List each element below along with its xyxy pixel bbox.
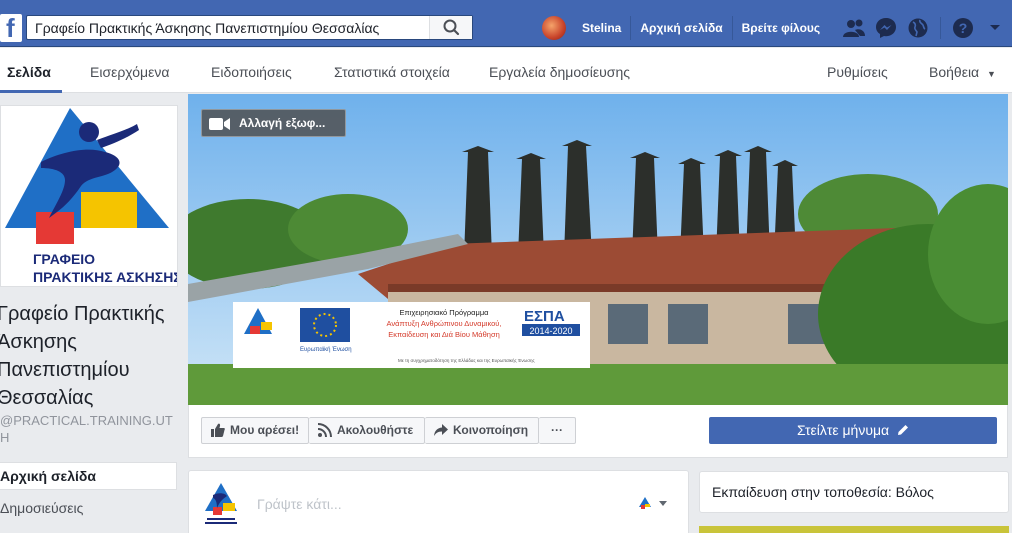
logo-line2: ΠΡΑΚΤΙΚΗΣ ΑΣΚΗΣΗΣ: [33, 269, 178, 285]
user-avatar[interactable]: [542, 16, 566, 40]
send-message-label: Στείλτε μήνυμα: [796, 422, 890, 438]
tab-publishing-tools[interactable]: Εργαλεία δημοσίευσης: [489, 48, 630, 93]
change-cover-label: Αλλαγή εξωφ...: [239, 116, 326, 130]
page-title[interactable]: Γραφείο Πρακτικής Άσκησης Πανεπιστημίου …: [0, 300, 172, 412]
tab-help[interactable]: Βοήθεια ▼: [929, 48, 996, 93]
cover-image: Ευρωπαϊκή Ένωση Επιχειρησιακό Πρόγραμμα …: [188, 94, 1008, 405]
banner-espa-label: ΕΣΠΑ: [524, 308, 565, 325]
page-avatar-icon: [205, 483, 237, 524]
tab-inbox[interactable]: Εισερχόμενα: [90, 48, 169, 93]
post-composer[interactable]: Γράψτε κάτι...: [188, 470, 689, 533]
video-camera-icon: [209, 118, 230, 130]
page-username[interactable]: @PRACTICAL.TRAINING.UTH: [0, 412, 178, 446]
tab-settings[interactable]: Ρυθμίσεις: [827, 48, 888, 93]
account-menu-button[interactable]: [979, 14, 1011, 42]
search-input[interactable]: [27, 16, 431, 39]
page-action-bar: Μου αρέσει! Ακολουθήστε Κοινοποίηση ··· …: [188, 405, 1008, 458]
search-button[interactable]: [429, 16, 472, 39]
rss-follow-icon: [318, 423, 332, 437]
search-icon: [443, 19, 460, 36]
post-as-selector[interactable]: [638, 495, 672, 513]
cover-photo[interactable]: Ευρωπαϊκή Ένωση Επιχειρησιακό Πρόγραμμα …: [188, 94, 1008, 405]
messenger-icon: [876, 18, 896, 38]
messenger-button[interactable]: [870, 14, 902, 42]
more-options-button[interactable]: ···: [539, 417, 576, 444]
share-arrow-icon: [434, 424, 448, 436]
composer-placeholder: Γράψτε κάτι...: [257, 496, 342, 512]
profile-link[interactable]: Stelina: [573, 16, 632, 40]
follow-button[interactable]: Ακολουθήστε: [309, 417, 425, 444]
banner-program-line2: Ανάπτυξη Ανθρώπινου Δυναμικού,: [387, 319, 502, 328]
banner-eu-label: Ευρωπαϊκή Ένωση: [300, 346, 352, 353]
find-friends-link[interactable]: Βρείτε φίλους: [733, 16, 830, 40]
education-info: Εκπαίδευση στην τοποθεσία: Βόλος: [699, 471, 1009, 513]
profile-picture[interactable]: ΓΡΑΦΕΙΟ ΠΡΑΚΤΙΚΗΣ ΑΣΚΗΣΗΣ: [0, 105, 178, 287]
top-icons-group: ?: [838, 14, 1011, 42]
help-button[interactable]: ?: [947, 14, 979, 42]
sidebar-item-home[interactable]: Αρχική σελίδα: [0, 462, 177, 490]
follow-label: Ακολουθήστε: [337, 423, 414, 437]
right-card-preview: [699, 526, 1009, 533]
notifications-globe-icon: [908, 18, 928, 38]
office-logo-icon: ΓΡΑΦΕΙΟ ΠΡΑΚΤΙΚΗΣ ΑΣΚΗΣΗΣ: [5, 108, 178, 285]
banner-program-line1: Επιχειρησιακό Πρόγραμμα: [400, 308, 490, 317]
like-label: Μου αρέσει!: [230, 423, 300, 437]
top-navigation-bar: f Stelina Αρχική σελίδα Βρείτε φίλους: [0, 0, 1012, 47]
chevron-down-icon: [659, 501, 667, 506]
chevron-down-icon: [990, 25, 1000, 30]
top-nav-links: Stelina Αρχική σελίδα Βρείτε φίλους: [542, 14, 829, 42]
banner-program-line3: Εκπαίδευση και Διά Βίου Μάθηση: [388, 330, 500, 339]
thumbs-up-icon: [211, 423, 225, 437]
tab-insights[interactable]: Στατιστικά στοιχεία: [334, 48, 450, 93]
share-button[interactable]: Κοινοποίηση: [425, 417, 539, 444]
change-cover-button[interactable]: Αλλαγή εξωφ...: [201, 109, 346, 137]
search-box: [26, 15, 473, 40]
divider: [940, 17, 941, 39]
home-link[interactable]: Αρχική σελίδα: [631, 16, 733, 40]
svg-text:?: ?: [959, 20, 968, 36]
notifications-button[interactable]: [902, 14, 934, 42]
logo-line1: ΓΡΑΦΕΙΟ: [33, 251, 95, 267]
tab-notifications[interactable]: Ειδοποιήσεις: [211, 48, 292, 93]
banner-footer-text: Με τη συγχρηματοδότηση της Ελλάδας και τ…: [398, 357, 535, 363]
page-avatar-mini-icon: [639, 497, 651, 509]
send-message-button[interactable]: Στείλτε μήνυμα: [709, 417, 997, 444]
share-label: Κοινοποίηση: [453, 423, 529, 437]
caret-down-icon: ▼: [987, 69, 996, 79]
like-button[interactable]: Μου αρέσει!: [201, 417, 309, 444]
page-tab-bar: Σελίδα Εισερχόμενα Ειδοποιήσεις Στατιστι…: [0, 48, 1012, 93]
facebook-logo-icon[interactable]: f: [0, 14, 22, 42]
friend-requests-button[interactable]: [838, 14, 870, 42]
pencil-icon: [898, 425, 909, 435]
sidebar-item-posts[interactable]: Δημοσιεύσεις: [0, 496, 177, 522]
tab-help-label: Βοήθεια: [929, 64, 980, 80]
help-icon: ?: [953, 18, 973, 38]
friend-requests-icon: [843, 19, 865, 37]
tab-page[interactable]: Σελίδα: [0, 48, 62, 93]
banner-espa-years: 2014-2020: [529, 326, 572, 336]
